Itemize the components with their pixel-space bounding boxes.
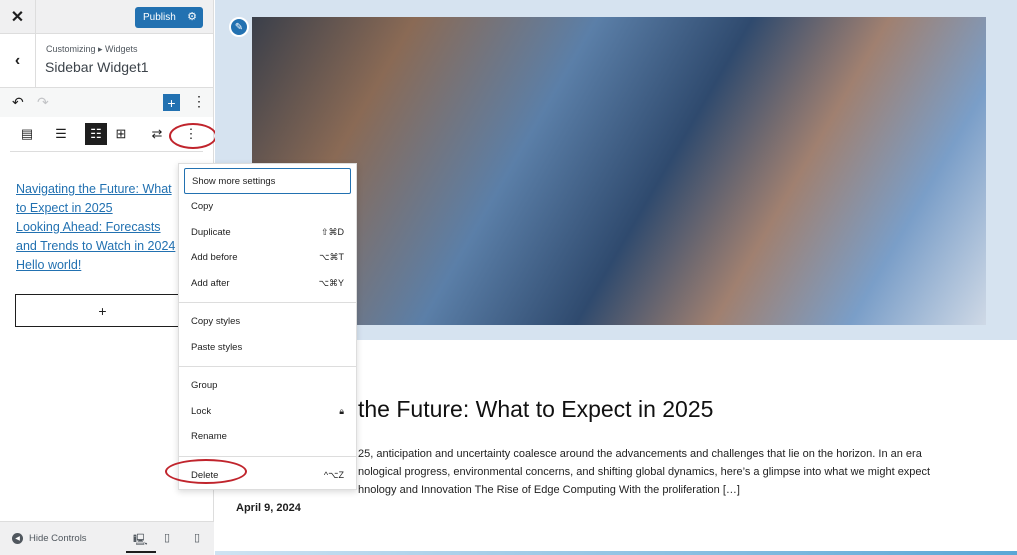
align-icon[interactable]: ☰ — [50, 123, 72, 145]
desktop-icon[interactable]: 🖳 — [133, 531, 148, 550]
post-link[interactable]: Looking Ahead: Forecasts and Trends to W… — [16, 218, 181, 256]
back-icon[interactable]: ‹ — [0, 34, 36, 88]
menu-label: Add before — [191, 252, 238, 264]
mobile-icon[interactable]: ▯ — [194, 531, 200, 544]
highlight-oval — [165, 459, 247, 484]
menu-item-add-before[interactable]: Add before ⌥⌘T — [179, 245, 356, 271]
customizer-topbar: ✕ Publish ⚙ — [0, 0, 213, 34]
grid-view-icon[interactable]: ⊞ — [110, 123, 132, 145]
active-device-indicator — [126, 551, 156, 553]
menu-label: Lock — [191, 405, 212, 417]
excerpt-line: 25, anticipation and uncertainty coalesc… — [358, 448, 922, 460]
close-icon[interactable]: ✕ — [0, 0, 36, 34]
block-options-menu: Show more settings Copy Duplicate ⇧⌘D Add… — [178, 163, 357, 490]
add-block-button[interactable]: + — [163, 94, 180, 111]
panel-title: Sidebar Widget1 — [45, 59, 149, 75]
latest-posts-icon[interactable]: ▤ — [16, 123, 38, 145]
menu-item-add-after[interactable]: Add after ⌥⌘Y — [179, 271, 356, 297]
menu-label: Rename — [191, 431, 227, 443]
menu-label: Show more settings — [192, 175, 276, 187]
redo-icon[interactable]: ↷ — [37, 94, 49, 111]
post-date: April 9, 2024 — [236, 502, 301, 514]
customizer-footer: ◀ Hide Controls 🖳 ▯ ▯ — [0, 521, 214, 555]
menu-label: Group — [191, 380, 218, 392]
menu-label: Duplicate — [191, 226, 231, 238]
edit-shortcut-icon[interactable]: ✎ — [229, 17, 249, 37]
menu-item-copy[interactable]: Copy — [179, 194, 356, 220]
breadcrumb: Customizing ▸ Widgets — [46, 44, 138, 54]
highlight-oval — [169, 123, 217, 149]
divider — [179, 366, 356, 367]
transform-icon[interactable]: ⇄ — [146, 123, 168, 145]
divider — [179, 302, 356, 303]
menu-label: Add after — [191, 277, 230, 289]
post-link[interactable]: Hello world! — [16, 256, 181, 275]
post-excerpt: 25, anticipation and uncertainty coalesc… — [358, 445, 1008, 499]
tablet-icon[interactable]: ▯ — [164, 531, 170, 544]
block-appender[interactable]: + — [15, 294, 190, 327]
shortcut: ⌥⌘T — [319, 252, 344, 263]
menu-label: Paste styles — [191, 341, 243, 353]
menu-item-duplicate[interactable]: Duplicate ⇧⌘D — [179, 220, 356, 246]
shortcut: ⌥⌘Y — [318, 277, 344, 288]
featured-image — [252, 17, 986, 325]
excerpt-line: hnology and Innovation The Rise of Edge … — [358, 484, 740, 496]
gear-icon[interactable]: ⚙ — [187, 10, 197, 23]
menu-item-rename[interactable]: Rename — [179, 424, 356, 450]
hide-controls-button[interactable]: ◀ Hide Controls — [12, 533, 87, 544]
options-icon[interactable]: ⋮ — [192, 93, 206, 110]
menu-item-paste-styles[interactable]: Paste styles — [179, 335, 356, 361]
menu-label: Copy — [191, 201, 214, 213]
undo-icon[interactable]: ↶ — [12, 94, 24, 111]
divider — [179, 455, 356, 457]
editor-toolbar: ↶ ↷ + ⋮ — [0, 88, 213, 117]
collapse-icon: ◀ — [12, 533, 23, 544]
list-view-icon[interactable]: ☷ — [85, 123, 107, 145]
hide-controls-label: Hide Controls — [29, 533, 87, 544]
shortcut: ^⌥Z — [323, 469, 344, 480]
excerpt-line: nological progress, environmental concer… — [358, 466, 931, 478]
publish-label: Publish — [143, 12, 176, 23]
shortcut: ⇧⌘D — [320, 226, 344, 237]
menu-item-show-more-settings[interactable]: Show more settings — [184, 168, 351, 194]
latest-posts-list: Navigating the Future: What to Expect in… — [16, 180, 181, 275]
bottom-strip — [215, 551, 1017, 555]
post-link[interactable]: Navigating the Future: What to Expect in… — [16, 180, 176, 218]
menu-item-group[interactable]: Group — [179, 373, 356, 399]
menu-item-lock[interactable]: Lock 🔒︎ — [179, 399, 356, 425]
menu-item-copy-styles[interactable]: Copy styles — [179, 309, 356, 335]
panel-header: ‹ Customizing ▸ Widgets Sidebar Widget1 — [0, 34, 213, 88]
menu-label: Copy styles — [191, 316, 241, 328]
lock-icon: 🔒︎ — [339, 405, 344, 416]
publish-button[interactable]: Publish ⚙ — [135, 7, 203, 28]
post-title[interactable]: the Future: What to Expect in 2025 — [358, 396, 713, 423]
